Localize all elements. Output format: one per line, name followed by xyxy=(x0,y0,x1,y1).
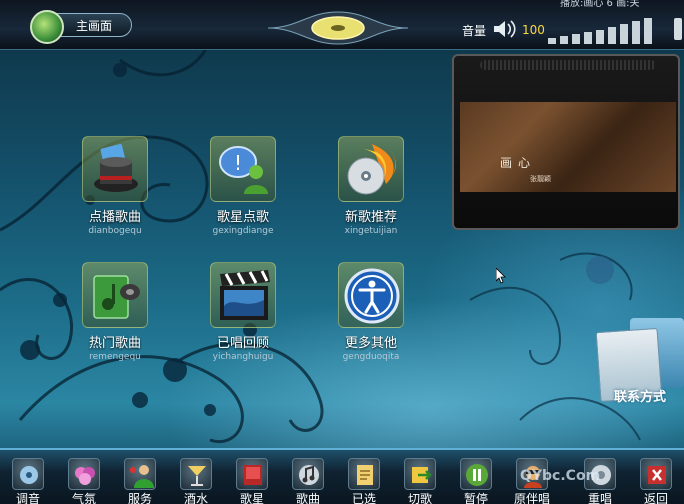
service-icon xyxy=(124,458,156,490)
toolbar-button-atmosphere[interactable]: 气氛 xyxy=(56,450,112,504)
volume-label: 音量 xyxy=(462,24,487,38)
home-label: 主画面 xyxy=(76,19,113,33)
back-icon xyxy=(640,458,672,490)
toolbar-button-drinks[interactable]: 酒水 xyxy=(168,450,224,504)
toolbar-label: 气氛 xyxy=(71,492,96,504)
menu-item-remengequ[interactable]: 热门歌曲 remengequ xyxy=(60,262,170,362)
hat-card-icon xyxy=(82,136,148,202)
accessibility-icon xyxy=(338,262,404,328)
speaker-grill xyxy=(480,60,656,70)
volume-bar xyxy=(572,34,580,44)
volume-bar xyxy=(620,24,628,44)
song-icon xyxy=(292,458,324,490)
ktv-main-screen: 主画面 播放:画心 6 画:关 音量 100 点播歌曲 dianbogequ !… xyxy=(0,0,684,504)
volume-bar xyxy=(548,38,556,44)
toolbar-label: 暂停 xyxy=(463,492,488,504)
toolbar-label: 歌星 xyxy=(239,492,264,504)
singer-icon xyxy=(236,458,268,490)
video-song-title: 画心 xyxy=(500,156,537,170)
volume-bar xyxy=(632,21,640,44)
menu-item-dianbogequ[interactable]: 点播歌曲 dianbogequ xyxy=(60,136,170,236)
menu-pinyin: xingetuijian xyxy=(344,226,398,236)
center-disc-emblem-icon xyxy=(268,11,408,45)
next-song-icon xyxy=(404,458,436,490)
toolbar-button-tuning[interactable]: 调音 xyxy=(0,450,56,504)
menu-item-gexingdiange[interactable]: ! 歌星点歌 gexingdiange xyxy=(188,136,298,236)
svg-text:!: ! xyxy=(234,151,242,175)
menu-title: 新歌推荐 xyxy=(344,210,397,225)
menu-item-xingetuijian[interactable]: 新歌推荐 xingetuijian xyxy=(316,136,426,236)
volume-value: 100 xyxy=(522,23,545,37)
toolbar-button-service[interactable]: 服务 xyxy=(112,450,168,504)
volume-bar xyxy=(608,27,616,44)
menu-pinyin: yichanghuigu xyxy=(212,352,274,362)
volume-bar xyxy=(644,18,652,44)
menu-pinyin: dianbogequ xyxy=(88,226,142,236)
menu-title: 更多其他 xyxy=(344,336,397,351)
toolbar-label: 服务 xyxy=(127,492,152,504)
menu-item-yichanghuigu[interactable]: 已唱回顾 yichanghuigu xyxy=(188,262,298,362)
clapperboard-icon xyxy=(210,262,276,328)
home-logo-icon[interactable] xyxy=(30,10,64,44)
menu-pinyin: gexingdiange xyxy=(212,226,274,236)
toolbar-button-selected[interactable]: 已选 xyxy=(336,450,392,504)
video-artist: 张靓颖 xyxy=(530,175,551,183)
top-bar: 主画面 播放:画心 6 画:关 音量 100 xyxy=(0,0,684,50)
toolbar-label: 重唱 xyxy=(587,492,612,504)
speaker-icon[interactable] xyxy=(492,18,518,40)
playback-status: 播放:画心 6 画:关 xyxy=(560,0,640,9)
site-watermark: QYbc.Com xyxy=(520,468,601,484)
toolbar-label: 返回 xyxy=(643,492,668,504)
menu-pinyin: gengduoqita xyxy=(342,352,400,362)
video-screen: 画心 张靓颖 xyxy=(460,102,676,192)
toolbar-label: 酒水 xyxy=(183,492,208,504)
toolbar-label: 切歌 xyxy=(407,492,432,504)
volume-level-bars[interactable] xyxy=(548,14,668,44)
toolbar-label: 原伴唱 xyxy=(513,492,550,504)
tuning-icon xyxy=(12,458,44,490)
toolbar-label: 调音 xyxy=(15,492,40,504)
menu-title: 点播歌曲 xyxy=(88,210,141,225)
drinks-icon xyxy=(180,458,212,490)
menu-title: 热门歌曲 xyxy=(88,336,141,351)
volume-bar xyxy=(584,32,592,44)
mouse-cursor-icon xyxy=(496,268,506,284)
toolbar-button-next-song[interactable]: 切歌 xyxy=(392,450,448,504)
volume-bar xyxy=(596,30,604,44)
flaming-disc-icon xyxy=(338,136,404,202)
toolbar-label: 歌曲 xyxy=(295,492,320,504)
menu-pinyin: remengequ xyxy=(89,352,141,362)
volume-bar xyxy=(560,36,568,44)
menu-title: 已唱回顾 xyxy=(216,336,269,351)
music-book-icon xyxy=(82,262,148,328)
video-preview-panel[interactable]: 画心 张靓颖 xyxy=(452,54,680,230)
selected-icon xyxy=(348,458,380,490)
menu-title: 歌星点歌 xyxy=(216,210,269,225)
toolbar-button-back[interactable]: 返回 xyxy=(628,450,684,504)
contact-label[interactable]: 联系方式 xyxy=(614,386,666,405)
volume-slider-handle[interactable] xyxy=(674,18,682,40)
toolbar-button-pause[interactable]: 暂停 xyxy=(448,450,504,504)
atmosphere-icon xyxy=(68,458,100,490)
toolbar-label: 已选 xyxy=(351,492,376,504)
toolbar-button-singer[interactable]: 歌星 xyxy=(224,450,280,504)
pause-icon xyxy=(460,458,492,490)
toolbar-button-song[interactable]: 歌曲 xyxy=(280,450,336,504)
menu-item-gengduoqita[interactable]: 更多其他 gengduoqita xyxy=(316,262,426,362)
singer-chat-icon: ! xyxy=(210,136,276,202)
